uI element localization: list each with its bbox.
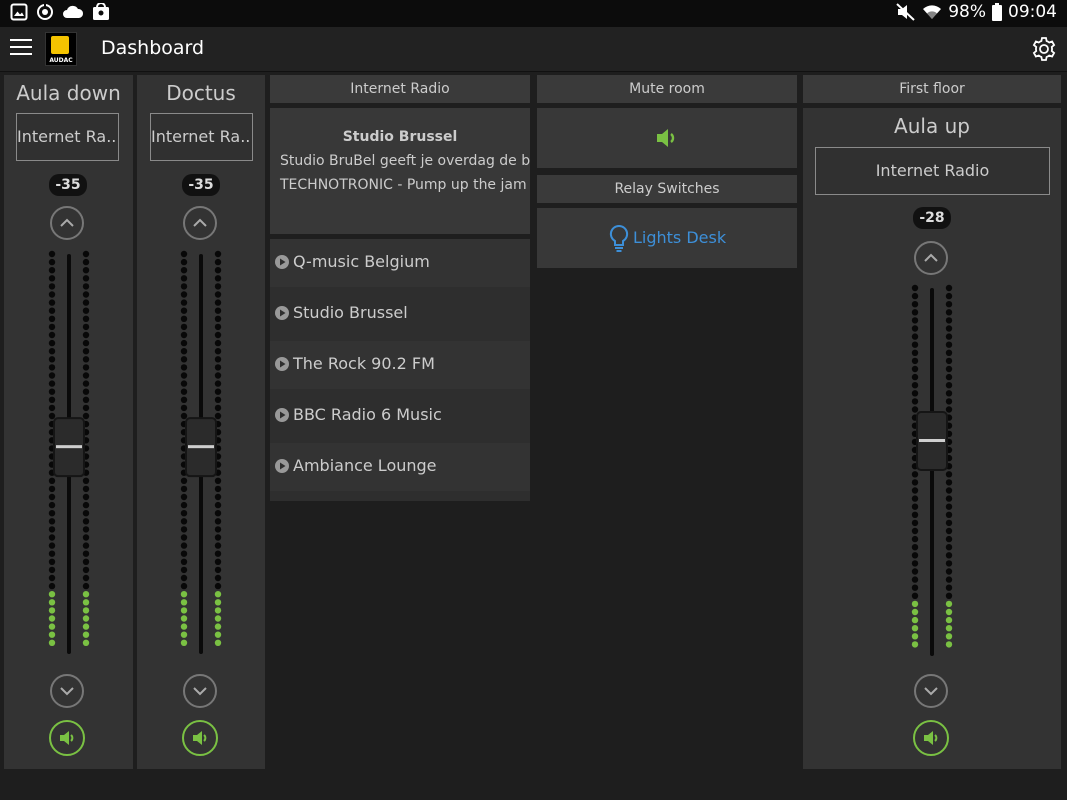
volume-down-button[interactable] bbox=[914, 674, 948, 708]
lightbulb-icon bbox=[609, 224, 629, 252]
volume-down-button[interactable] bbox=[50, 674, 84, 708]
speaker-icon bbox=[657, 129, 675, 147]
station-name: Ambiance Lounge bbox=[293, 456, 437, 475]
station-item[interactable]: Studio Brussel bbox=[270, 290, 530, 338]
internet-radio-header: Internet Radio bbox=[270, 75, 530, 103]
speaker-icon bbox=[924, 731, 938, 745]
cloud-icon bbox=[63, 5, 84, 18]
volume-up-button[interactable] bbox=[914, 241, 948, 275]
page-title: Dashboard bbox=[101, 37, 205, 59]
zone-panel-aula-down: Aula down Internet Ra... -35 bbox=[4, 75, 133, 769]
mute-status-icon bbox=[896, 3, 915, 21]
station-item[interactable]: Q-music Belgium bbox=[270, 239, 530, 287]
mute-room-header: Mute room bbox=[537, 75, 797, 103]
volume-fader[interactable] bbox=[907, 284, 957, 662]
play-icon bbox=[275, 306, 289, 320]
speaker-icon bbox=[193, 731, 207, 745]
store-icon bbox=[93, 3, 109, 20]
zone-source-selector[interactable]: Internet Ra... bbox=[16, 113, 119, 161]
battery-percent: 98% bbox=[948, 2, 986, 22]
station-name: BBC Radio 6 Music bbox=[293, 405, 442, 424]
status-bar: 98% 09:04 bbox=[0, 0, 1067, 27]
zone-source-selector[interactable]: Internet Radio bbox=[815, 147, 1050, 195]
now-playing: Studio Brussel Studio BruBel geeft je ov… bbox=[270, 108, 530, 234]
volume-up-button[interactable] bbox=[50, 206, 84, 240]
chevron-down-icon bbox=[924, 687, 938, 696]
settings-gear-icon[interactable] bbox=[1031, 36, 1057, 62]
zone-source-selector[interactable]: Internet Ra... bbox=[150, 113, 253, 161]
station-item[interactable]: Ambiance Lounge bbox=[270, 443, 530, 491]
station-item[interactable]: The Rock 90.2 FM bbox=[270, 341, 530, 389]
now-playing-station: Studio Brussel bbox=[342, 129, 458, 145]
zone-panel-aula-up: Aula up Internet Radio -28 bbox=[803, 108, 1061, 769]
app-bar: AUDAC Dashboard bbox=[0, 27, 1067, 72]
volume-value: -35 bbox=[49, 174, 87, 196]
now-playing-description: Studio BruBel geeft je overdag de b... bbox=[280, 153, 530, 169]
volume-fader[interactable] bbox=[44, 250, 94, 660]
volume-fader[interactable] bbox=[176, 250, 226, 660]
relay-label: Lights Desk bbox=[633, 228, 727, 247]
volume-up-button[interactable] bbox=[183, 206, 217, 240]
clock: 09:04 bbox=[1008, 2, 1057, 22]
battery-icon bbox=[992, 3, 1002, 21]
chevron-down-icon bbox=[60, 687, 74, 696]
chevron-up-icon bbox=[193, 218, 207, 227]
mute-room-button[interactable] bbox=[537, 108, 797, 168]
play-icon bbox=[275, 255, 289, 269]
play-icon bbox=[275, 408, 289, 422]
station-list: Q-music Belgium Studio Brussel The Rock … bbox=[270, 239, 530, 501]
zone-mute-button[interactable] bbox=[913, 720, 949, 756]
volume-down-button[interactable] bbox=[183, 674, 217, 708]
speaker-icon bbox=[60, 731, 74, 745]
audac-logo: AUDAC bbox=[45, 32, 77, 66]
station-item[interactable]: BBC Radio 6 Music bbox=[270, 392, 530, 440]
volume-value: -28 bbox=[913, 207, 951, 229]
gallery-icon bbox=[10, 3, 28, 21]
station-name: The Rock 90.2 FM bbox=[293, 354, 435, 373]
zone-panel-doctus: Doctus Internet Ra... -35 bbox=[137, 75, 265, 769]
first-floor-header: First floor bbox=[803, 75, 1061, 103]
zone-name: Aula up bbox=[894, 114, 970, 138]
now-playing-track: TECHNOTRONIC - Pump up the jam bbox=[280, 177, 527, 193]
wifi-icon bbox=[923, 5, 942, 20]
relay-switches-header: Relay Switches bbox=[537, 175, 797, 203]
menu-icon[interactable] bbox=[10, 39, 32, 57]
volume-value: -35 bbox=[182, 174, 220, 196]
relay-lights-desk[interactable]: Lights Desk bbox=[537, 208, 797, 268]
chevron-up-icon bbox=[60, 218, 74, 227]
play-icon bbox=[275, 459, 289, 473]
chevron-up-icon bbox=[924, 253, 938, 262]
sync-icon bbox=[37, 3, 53, 20]
zone-name: Doctus bbox=[166, 81, 236, 105]
station-name: Q-music Belgium bbox=[293, 252, 430, 271]
zone-mute-button[interactable] bbox=[49, 720, 85, 756]
chevron-down-icon bbox=[193, 687, 207, 696]
play-icon bbox=[275, 357, 289, 371]
zone-mute-button[interactable] bbox=[182, 720, 218, 756]
zone-name: Aula down bbox=[16, 81, 121, 105]
station-name: Studio Brussel bbox=[293, 303, 408, 322]
